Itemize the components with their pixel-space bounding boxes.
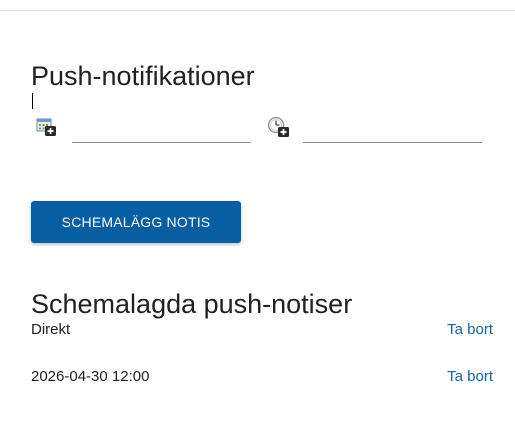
time-input[interactable] xyxy=(303,120,482,143)
scheduled-section-title: Schemalagda push-notiser xyxy=(31,289,353,320)
page-title: Push-notifikationer xyxy=(31,61,255,92)
scheduled-item-time: 2026-04-30 12:00 xyxy=(31,368,150,385)
scheduled-item-time: Direkt xyxy=(31,321,71,338)
top-divider xyxy=(0,10,515,11)
clock-add-icon[interactable] xyxy=(267,116,291,138)
text-cursor xyxy=(32,93,33,109)
date-input[interactable] xyxy=(72,120,251,143)
schedule-notification-button[interactable]: SCHEMALÄGG NOTIS xyxy=(31,201,241,243)
remove-link[interactable]: Ta bort xyxy=(447,367,493,387)
scheduled-item: 2026-04-30 12:00 Ta bort xyxy=(31,367,493,387)
calendar-add-icon[interactable] xyxy=(36,117,58,137)
remove-link[interactable]: Ta bort xyxy=(447,320,493,340)
scheduled-item: Direkt Ta bort xyxy=(31,320,493,340)
